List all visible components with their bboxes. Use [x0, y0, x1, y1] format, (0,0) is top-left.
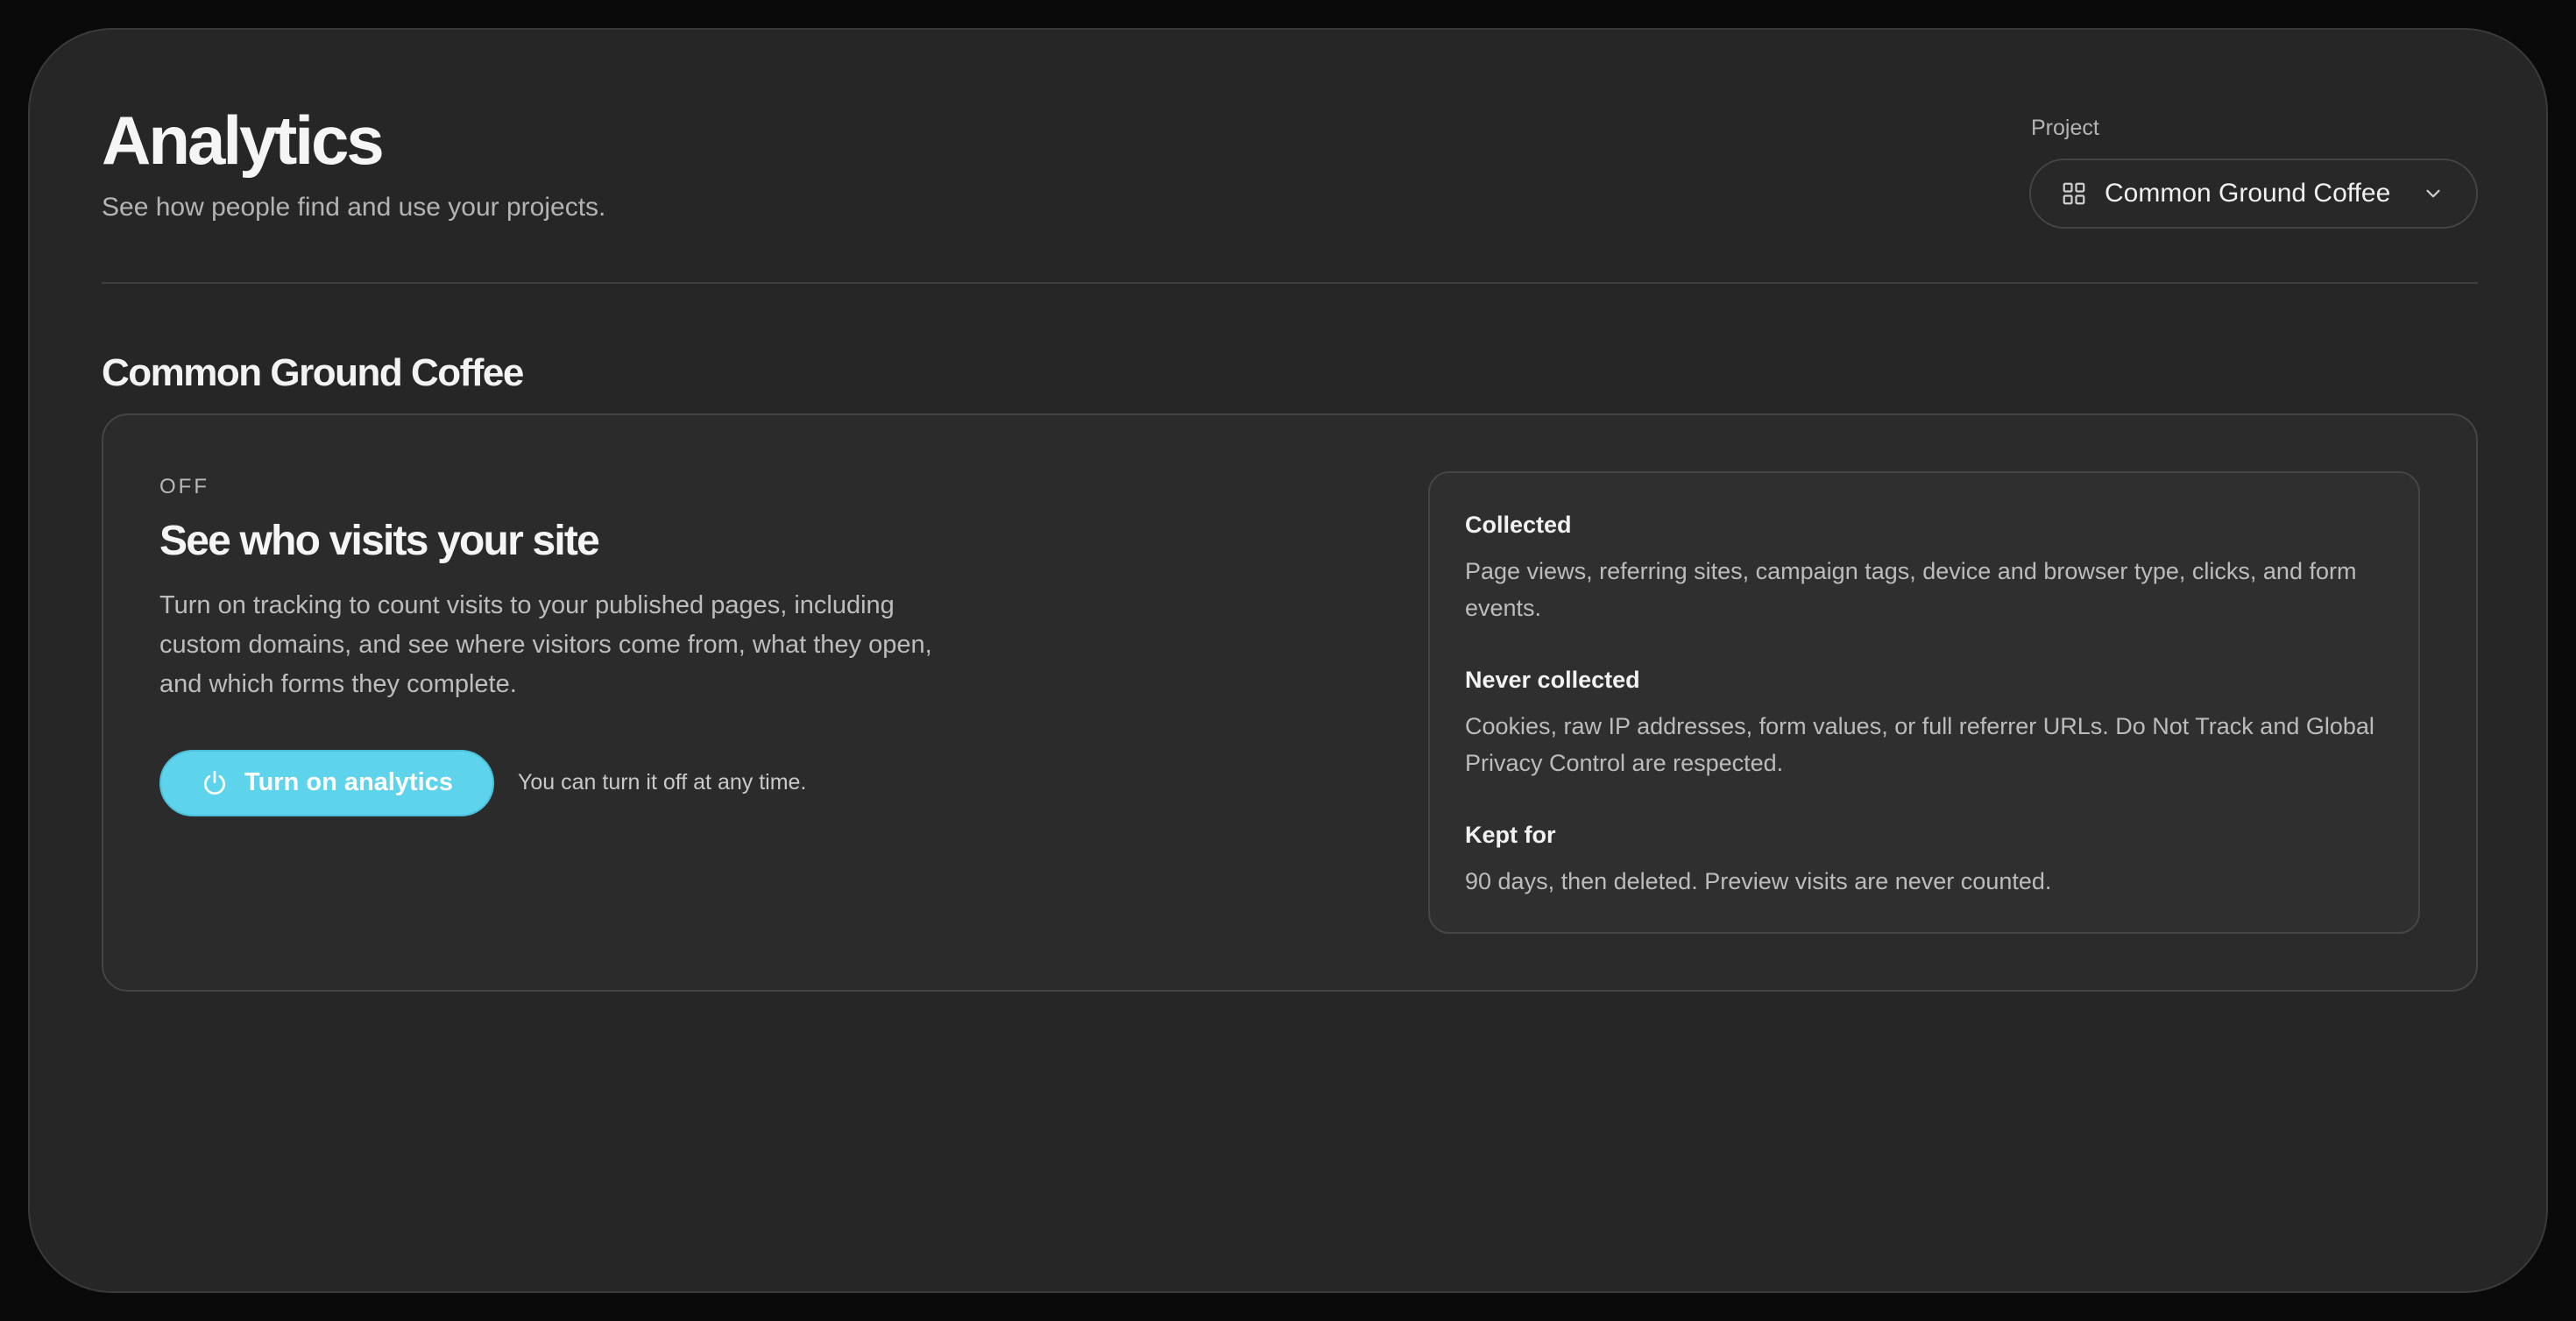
- info-title: Collected: [1465, 512, 1572, 538]
- chevron-down-icon: [2426, 189, 2440, 197]
- info-kept-for: Kept for 90 days, then deleted. Preview …: [1465, 820, 2383, 900]
- page-title: Analytics: [102, 102, 385, 179]
- info-text: 90 days, then deleted. Preview visits ar…: [1465, 868, 2052, 895]
- project-select[interactable]: Common Ground Coffee: [2029, 158, 2478, 229]
- info-text: Cookies, raw IP addresses, form values, …: [1465, 713, 2374, 777]
- turn-on-analytics-label: Turn on analytics: [244, 768, 453, 797]
- project-picker: Project Common Ground Coffee: [2029, 114, 2478, 229]
- section-title: Common Ground Coffee: [102, 351, 524, 394]
- project-select-value: Common Ground Coffee: [2105, 178, 2391, 208]
- page-subtitle: See how people find and use your project…: [102, 193, 606, 222]
- project-label: Project: [2031, 116, 2099, 140]
- app-window: Analytics See how people find and use yo…: [28, 28, 2548, 1293]
- card-intro: OFF See who visits your site Turn on tra…: [159, 473, 992, 816]
- power-icon: [204, 770, 226, 795]
- header-divider: [102, 282, 2478, 284]
- card-description: Turn on tracking to count visits to your…: [159, 590, 932, 698]
- grid-icon: [2063, 182, 2085, 204]
- action-note: You can turn it off at any time.: [518, 770, 807, 795]
- analytics-card: OFF See who visits your site Turn on tra…: [102, 413, 2478, 992]
- info-collected: Collected Page views, referring sites, c…: [1465, 510, 2383, 626]
- data-policy-panel: Collected Page views, referring sites, c…: [1428, 471, 2420, 934]
- card-heading: See who visits your site: [159, 518, 600, 565]
- status-badge: OFF: [159, 475, 209, 498]
- turn-on-analytics-button[interactable]: Turn on analytics: [159, 749, 494, 816]
- info-title: Kept for: [1465, 822, 1556, 849]
- info-text: Page views, referring sites, campaign ta…: [1465, 558, 2357, 622]
- action-row: Turn on analytics You can turn it off at…: [159, 749, 992, 816]
- info-title: Never collected: [1465, 667, 1640, 694]
- info-never-collected: Never collected Cookies, raw IP addresse…: [1465, 665, 2383, 781]
